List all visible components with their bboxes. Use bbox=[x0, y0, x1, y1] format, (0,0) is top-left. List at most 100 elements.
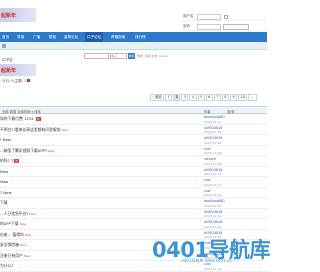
thread-date: 2023-12-18 bbox=[204, 140, 222, 145]
pager-page[interactable]: 3 bbox=[181, 94, 189, 101]
thread-date: 2023-12-17 bbox=[204, 172, 222, 176]
thread-author[interactable]: a09524818 bbox=[204, 136, 222, 140]
forum-stats-text: 今日: 0|主题: 1 bbox=[2, 79, 27, 83]
new-tag: New bbox=[29, 211, 36, 216]
thread-row[interactable]: 的吗? 7 新 steam0 2023-12-18 bbox=[0, 156, 267, 167]
thread-author[interactable]: a09524818 bbox=[204, 210, 222, 214]
thread-title[interactable]: New bbox=[0, 179, 8, 184]
nav-item-home[interactable]: 首页 bbox=[2, 35, 9, 40]
site-header: 起新年 用户名 密码 bbox=[0, 0, 267, 32]
pager-page[interactable]: 8 bbox=[221, 94, 230, 101]
thread-date: 2023-12-16 bbox=[204, 214, 222, 218]
search-input[interactable] bbox=[84, 53, 109, 59]
thread-author[interactable]: cool bbox=[204, 189, 211, 193]
search-scope-select[interactable]: 帖子 bbox=[109, 53, 128, 59]
new-tag: New bbox=[19, 243, 27, 247]
thread-title[interactable]: New bbox=[0, 169, 8, 174]
password-input[interactable] bbox=[197, 23, 221, 30]
thread-row[interactable]: New a09524818 2023-12-17 bbox=[0, 167, 267, 177]
pager-page[interactable]: 10 bbox=[238, 94, 248, 101]
nav-item-forum-b[interactable]: 口子论坛 bbox=[85, 32, 104, 42]
nav-item-forum-a[interactable]: 香草论坛 bbox=[64, 35, 78, 40]
nav-item-ranking[interactable]: 排行榜 bbox=[135, 35, 146, 40]
thread-title[interactable]: ! New bbox=[0, 137, 11, 142]
thread-title[interactable]: 为什么? bbox=[0, 263, 13, 269]
new-tag: New bbox=[24, 232, 32, 237]
hot-searches[interactable]: 热搜: 活动 交友 discuz bbox=[137, 54, 168, 58]
thread-author[interactable]: cool bbox=[204, 178, 211, 182]
thread-row[interactable]: ...人已找到平台?New a09524818 2023-12-16 bbox=[0, 209, 267, 219]
thread-title[interactable]: 的吗? 7新 bbox=[0, 158, 20, 164]
thread-title[interactable]: 下载 bbox=[0, 200, 8, 206]
thread-title[interactable]: 如何下载付费 1234 新 bbox=[0, 116, 41, 122]
watermark-tagline: 0401导航库 www.0401.cn bbox=[181, 258, 232, 263]
thread-title[interactable]: 出来... 值得吗New bbox=[0, 232, 31, 238]
pager-page[interactable]: 5 bbox=[197, 94, 205, 101]
thread-author[interactable]: a09524818 bbox=[204, 126, 222, 130]
thread-badge: 新 bbox=[14, 159, 20, 163]
thread-author[interactable]: cool bbox=[204, 147, 211, 151]
thread-date: 2023-12-16 bbox=[204, 203, 222, 208]
pager-page[interactable]: 7 bbox=[213, 94, 221, 101]
remember-checkbox[interactable] bbox=[224, 14, 228, 19]
thread-row[interactable]: ! New a09524818 2023-12-18 bbox=[0, 135, 267, 146]
thread-badge: 新 bbox=[35, 117, 41, 121]
pagination: ‹ 返回 1 2 3 4 5 6 7 8 9 10 ... bbox=[150, 94, 258, 101]
forum-stats: 今日: 0|主题: 1 bbox=[2, 79, 31, 84]
pager-page[interactable]: 9 bbox=[230, 94, 238, 101]
username-input[interactable] bbox=[197, 13, 221, 20]
login-button[interactable] bbox=[223, 23, 249, 30]
thread-author[interactable]: baoXiong881 bbox=[204, 115, 225, 119]
sub-nav bbox=[0, 42, 267, 50]
search-bar: 帖子 搜索 热搜: 活动 交友 discuz bbox=[84, 52, 168, 60]
thread-date: 2023-12-19 bbox=[204, 119, 222, 124]
thread-title[interactable]: 注册已有用户New bbox=[0, 253, 30, 259]
username-label: 用户名 bbox=[183, 14, 194, 18]
main-nav: 首页 导读 广播 群组 香草论坛 口子论坛 荐赚指南 排行榜 bbox=[0, 32, 267, 42]
rss-icon[interactable] bbox=[27, 79, 31, 82]
pager-back[interactable]: ‹ 返回 bbox=[150, 94, 164, 101]
pager-page[interactable]: 1 bbox=[164, 94, 173, 101]
pager-page[interactable]: 4 bbox=[189, 94, 197, 101]
forum-name: 起新年 bbox=[1, 68, 17, 74]
new-tag: New bbox=[19, 222, 27, 226]
forum-banner: 起新年 bbox=[0, 64, 36, 76]
nav-item-broadcast[interactable]: 广播 bbox=[33, 35, 40, 40]
thread-title[interactable]: 的APP下载New bbox=[0, 221, 26, 227]
nav-item-guide[interactable]: 导读 bbox=[17, 35, 24, 40]
thread-row[interactable]: New cool 2023-12-17 bbox=[0, 177, 267, 188]
thread-date: 2023-12-16 bbox=[204, 224, 222, 229]
thread-title[interactable]: 不明白?!看来长高这里都有问答服务New bbox=[0, 127, 68, 133]
nav-item-groups[interactable]: 群组 bbox=[49, 35, 56, 40]
pager-page-current[interactable]: 2 bbox=[173, 94, 181, 101]
thread-author[interactable]: steam0 bbox=[204, 157, 216, 161]
thread-title[interactable]: ...新版了腾讯视频下载APP?New bbox=[0, 148, 55, 154]
thread-title[interactable]: ? New bbox=[0, 190, 12, 195]
home-icon[interactable] bbox=[2, 44, 6, 48]
new-tag: New bbox=[23, 253, 31, 258]
thread-row[interactable]: 下载 baoXiong881 2023-12-16 bbox=[0, 198, 267, 209]
password-label: 密码 bbox=[183, 24, 190, 28]
watermark: 0401导航库 0401导航库 www.0401.cn bbox=[148, 232, 270, 264]
site-logo[interactable]: 起新年 bbox=[0, 8, 36, 22]
thread-row[interactable]: ...新版了腾讯视频下载APP?New cool 2023-12-18 bbox=[0, 146, 267, 156]
thread-author[interactable]: a09524818 bbox=[204, 220, 222, 224]
nav-item-guide-b[interactable]: 荐赚指南 bbox=[111, 35, 125, 40]
thread-row[interactable]: ? New cool 2023-12-16 bbox=[0, 188, 267, 198]
thread-date: 2023-12-18 bbox=[204, 161, 222, 166]
breadcrumb[interactable]: 口子论 bbox=[2, 58, 13, 63]
logo-text: 起新年 bbox=[1, 13, 17, 19]
thread-author[interactable]: a09524818 bbox=[204, 168, 222, 172]
pager-page[interactable]: 6 bbox=[205, 94, 213, 101]
pager-ellipsis[interactable]: ... bbox=[248, 94, 257, 101]
thread-title[interactable]: 安全保险箱New bbox=[0, 242, 27, 248]
thread-title[interactable]: ...人已找到平台?New bbox=[0, 211, 36, 217]
thread-date: 2023-12-16 bbox=[204, 193, 222, 197]
login-form: 用户名 密码 bbox=[183, 13, 265, 33]
thread-row[interactable]: 不明白?!看来长高这里都有问答服务New a09524818 2023-12-18 bbox=[0, 125, 267, 135]
search-button[interactable]: 搜索 bbox=[128, 53, 135, 59]
thread-row[interactable]: 的APP下载New a09524818 2023-12-16 bbox=[0, 219, 267, 230]
thread-table-header: 全部 新窗 全部时间 ▾ 排序 作者 回/查 bbox=[0, 106, 267, 114]
thread-row[interactable]: 如何下载付费 1234 新 baoXiong881 2023-12-19 bbox=[0, 114, 267, 125]
thread-author[interactable]: baoXiong881 bbox=[204, 199, 225, 203]
